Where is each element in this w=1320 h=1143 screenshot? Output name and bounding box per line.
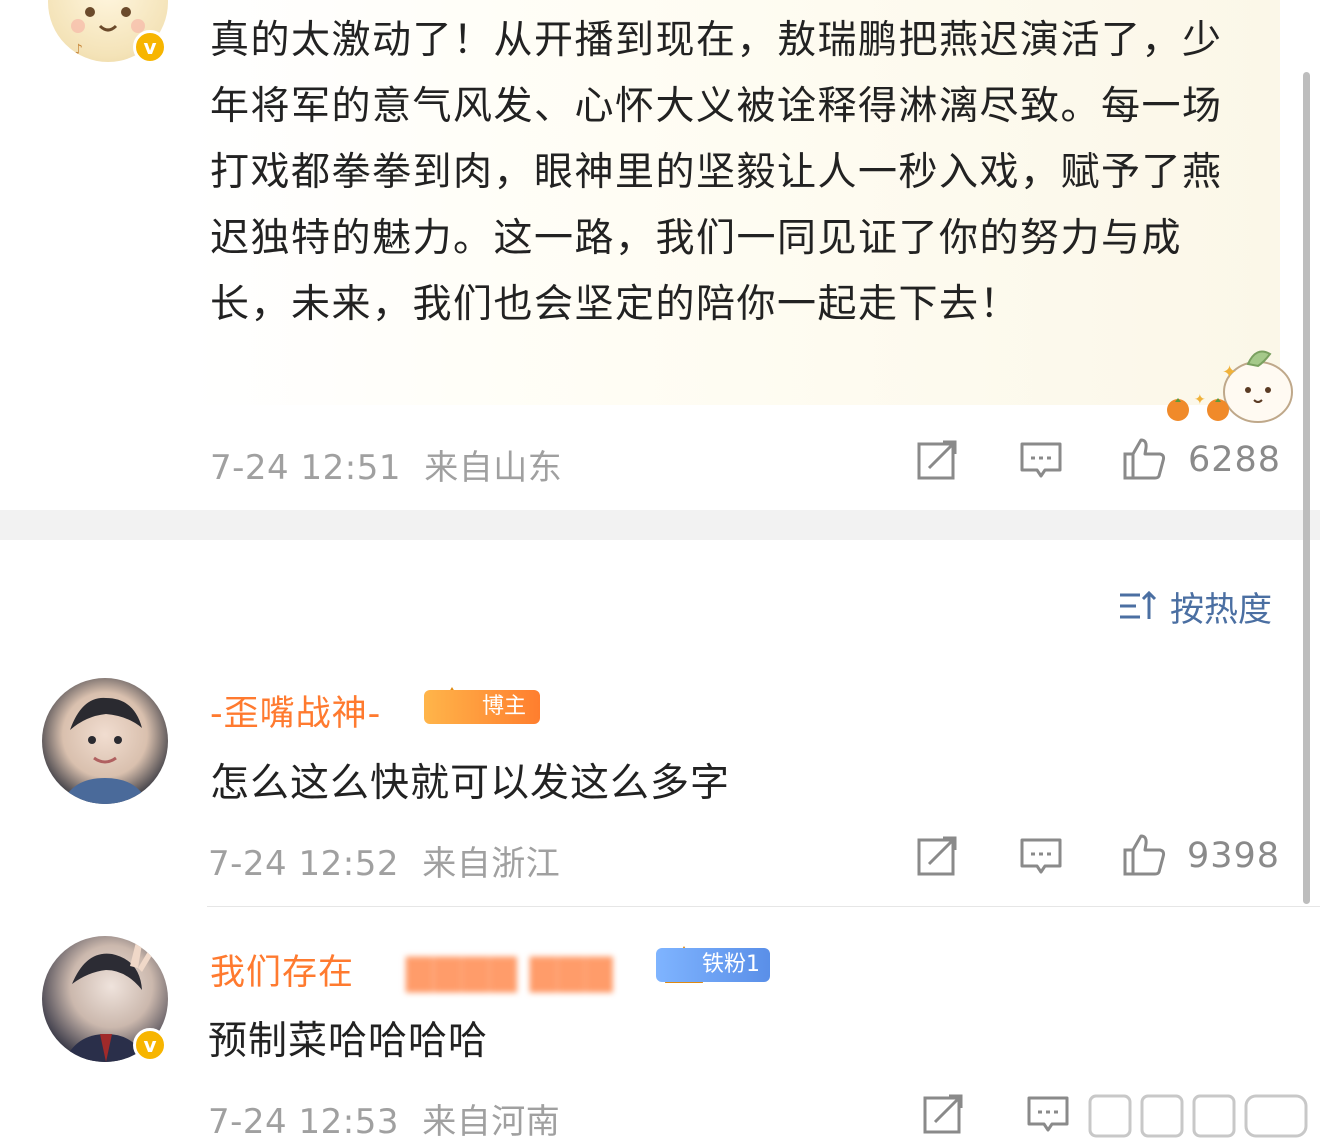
like-icon[interactable] (1122, 832, 1166, 876)
svg-text:✦: ✦ (1194, 392, 1206, 408)
avatar-portrait (62, 697, 148, 804)
share-icon[interactable] (921, 1092, 965, 1136)
post-meta: 7-24 12:51 来自山东 (210, 440, 562, 489)
section-separator (0, 510, 1320, 540)
comment-text: 预制菜哈哈哈哈 (208, 1019, 489, 1064)
svg-text:✦: ✦ (1222, 362, 1237, 383)
comment-time: 7-24 12:53 (208, 1102, 399, 1142)
commenter-name[interactable]: 我们存在 ▇▇▇▇ ▇▇▇ (210, 944, 614, 995)
sort-icon (1120, 590, 1157, 619)
comment-divider (207, 906, 1320, 907)
verified-icon: v (133, 30, 167, 64)
svg-text:♪: ♪ (74, 42, 83, 58)
comment-text: 怎么这么快就可以发这么多字 (210, 761, 731, 806)
share-icon[interactable] (915, 438, 959, 482)
share-icon[interactable] (915, 834, 959, 878)
comment-meta: 7-24 12:52 来自浙江 (208, 836, 560, 885)
comment-location: 来自浙江 (422, 844, 561, 884)
watermark-icon (1088, 1094, 1308, 1138)
sticker-icon: ✦ ✦ (1167, 350, 1293, 423)
redacted-name-part: ▇▇▇▇ ▇▇▇ (406, 953, 614, 993)
comment-location: 来自河南 (422, 1102, 561, 1142)
scrollbar[interactable] (1303, 72, 1310, 904)
verified-icon: v (133, 1028, 167, 1062)
comment-icon[interactable] (1019, 834, 1063, 878)
comment-like-count: 9398 (1187, 836, 1281, 876)
sort-label: 按热度 (1170, 589, 1272, 630)
comment-icon[interactable] (1026, 1092, 1070, 1136)
post-location: 来自山东 (424, 448, 563, 488)
comment-icon[interactable] (1019, 438, 1063, 482)
commenter-name[interactable]: -歪嘴战神- (210, 685, 381, 736)
post-time: 7-24 12:51 (210, 448, 401, 488)
comment-meta: 7-24 12:53 来自河南 (208, 1094, 560, 1143)
author-tag: 博主 (424, 690, 541, 724)
like-icon[interactable] (1122, 436, 1166, 480)
comment-avatar[interactable] (42, 678, 168, 804)
sort-toggle[interactable]: 按热度 (1118, 584, 1272, 630)
post-text: 真的太激动了！从开播到现在，敖瑞鹏把燕迟演活了，少年将军的意气风发、心怀大义被诠… (210, 18, 1223, 327)
post-like-count: 6288 (1188, 440, 1282, 480)
fan-level-tag: 铁粉1 (656, 948, 770, 982)
comment-time: 7-24 12:52 (208, 844, 399, 884)
